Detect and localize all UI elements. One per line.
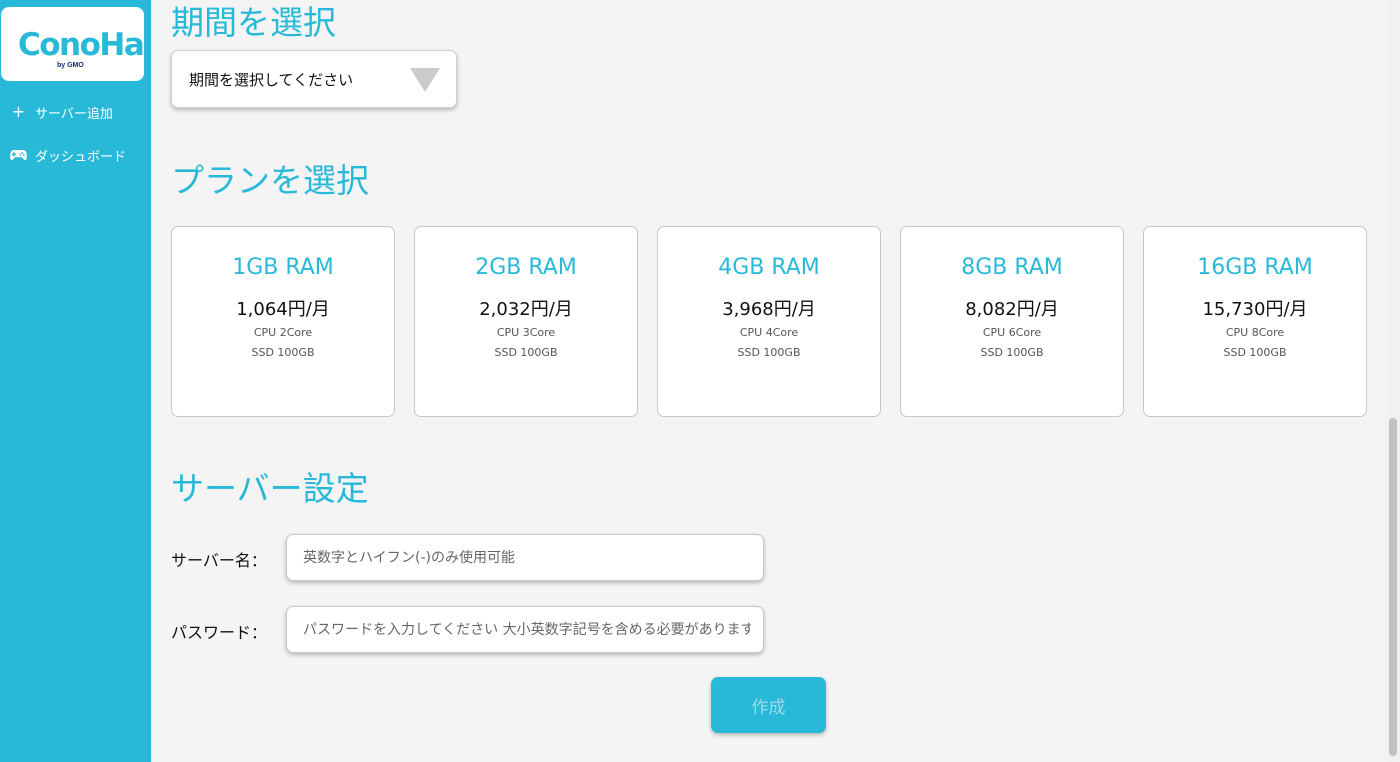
sidebar: ConoHa by GMO + サーバー追加 ダッシュボード <box>0 0 151 762</box>
plan-price: 8,082円/月 <box>965 299 1059 320</box>
logo-text: ConoHa <box>18 27 145 63</box>
server-name-label: サーバー名： <box>171 551 267 570</box>
plan-ram: 8GB RAM <box>961 255 1063 280</box>
plan-ssd: SSD 100GB <box>251 346 315 359</box>
plan-cpu: CPU 8Core <box>1225 326 1285 339</box>
plan-ram: 4GB RAM <box>718 255 820 280</box>
create-button[interactable]: 作成 <box>711 677 826 733</box>
plan-cpu: CPU 4Core <box>739 326 799 339</box>
plan-price: 3,968円/月 <box>722 299 816 320</box>
gamepad-icon <box>10 149 27 161</box>
plan-ram: 1GB RAM <box>232 255 334 280</box>
period-section-title: 期間を選択 <box>171 3 336 42</box>
password-label: パスワード： <box>171 623 268 642</box>
sidebar-item-label: サーバー追加 <box>35 106 113 122</box>
plan-ssd: SSD 100GB <box>1223 346 1287 359</box>
plan-card-16gb[interactable]: 16GB RAM 15,730円/月 CPU 8Core SSD 100GB <box>1143 226 1367 417</box>
plan-cpu: CPU 2Core <box>253 326 313 339</box>
main-content: 期間を選択 期間を選択してください プランを選択 1GB RAM 1,064円/… <box>151 0 1386 762</box>
sidebar-item-label: ダッシュボード <box>35 149 127 165</box>
period-select-value: 期間を選択してください <box>189 70 354 89</box>
plan-section-title: プランを選択 <box>171 161 369 200</box>
plan-ssd: SSD 100GB <box>494 346 558 359</box>
plan-price: 15,730円/月 <box>1202 299 1308 320</box>
plan-price: 1,064円/月 <box>236 299 330 320</box>
plan-cpu: CPU 3Core <box>496 326 556 339</box>
plan-ssd: SSD 100GB <box>980 346 1044 359</box>
plan-ssd: SSD 100GB <box>737 346 801 359</box>
password-input[interactable] <box>286 606 764 653</box>
plan-price: 2,032円/月 <box>479 299 573 320</box>
plan-ram: 16GB RAM <box>1197 255 1313 280</box>
scrollbar[interactable] <box>1386 0 1400 762</box>
plan-ram: 2GB RAM <box>475 255 577 280</box>
plus-icon: + <box>11 102 26 121</box>
dropdown-triangle-icon <box>410 68 440 92</box>
plan-card-2gb[interactable]: 2GB RAM 2,032円/月 CPU 3Core SSD 100GB <box>414 226 638 417</box>
conoha-logo[interactable]: ConoHa by GMO <box>1 7 145 81</box>
logo-sub-text: by GMO <box>57 62 84 69</box>
plan-cpu: CPU 6Core <box>982 326 1042 339</box>
sidebar-item-add-server[interactable]: + サーバー追加 <box>10 102 113 122</box>
sidebar-item-dashboard[interactable]: ダッシュボード <box>10 145 126 165</box>
plan-card-8gb[interactable]: 8GB RAM 8,082円/月 CPU 6Core SSD 100GB <box>900 226 1124 417</box>
plan-card-1gb[interactable]: 1GB RAM 1,064円/月 CPU 2Core SSD 100GB <box>171 226 395 417</box>
server-name-input[interactable] <box>286 534 764 581</box>
server-settings-title: サーバー設定 <box>171 469 369 508</box>
period-select[interactable]: 期間を選択してください <box>171 50 457 108</box>
scrollbar-thumb[interactable] <box>1389 418 1397 756</box>
plan-card-4gb[interactable]: 4GB RAM 3,968円/月 CPU 4Core SSD 100GB <box>657 226 881 417</box>
